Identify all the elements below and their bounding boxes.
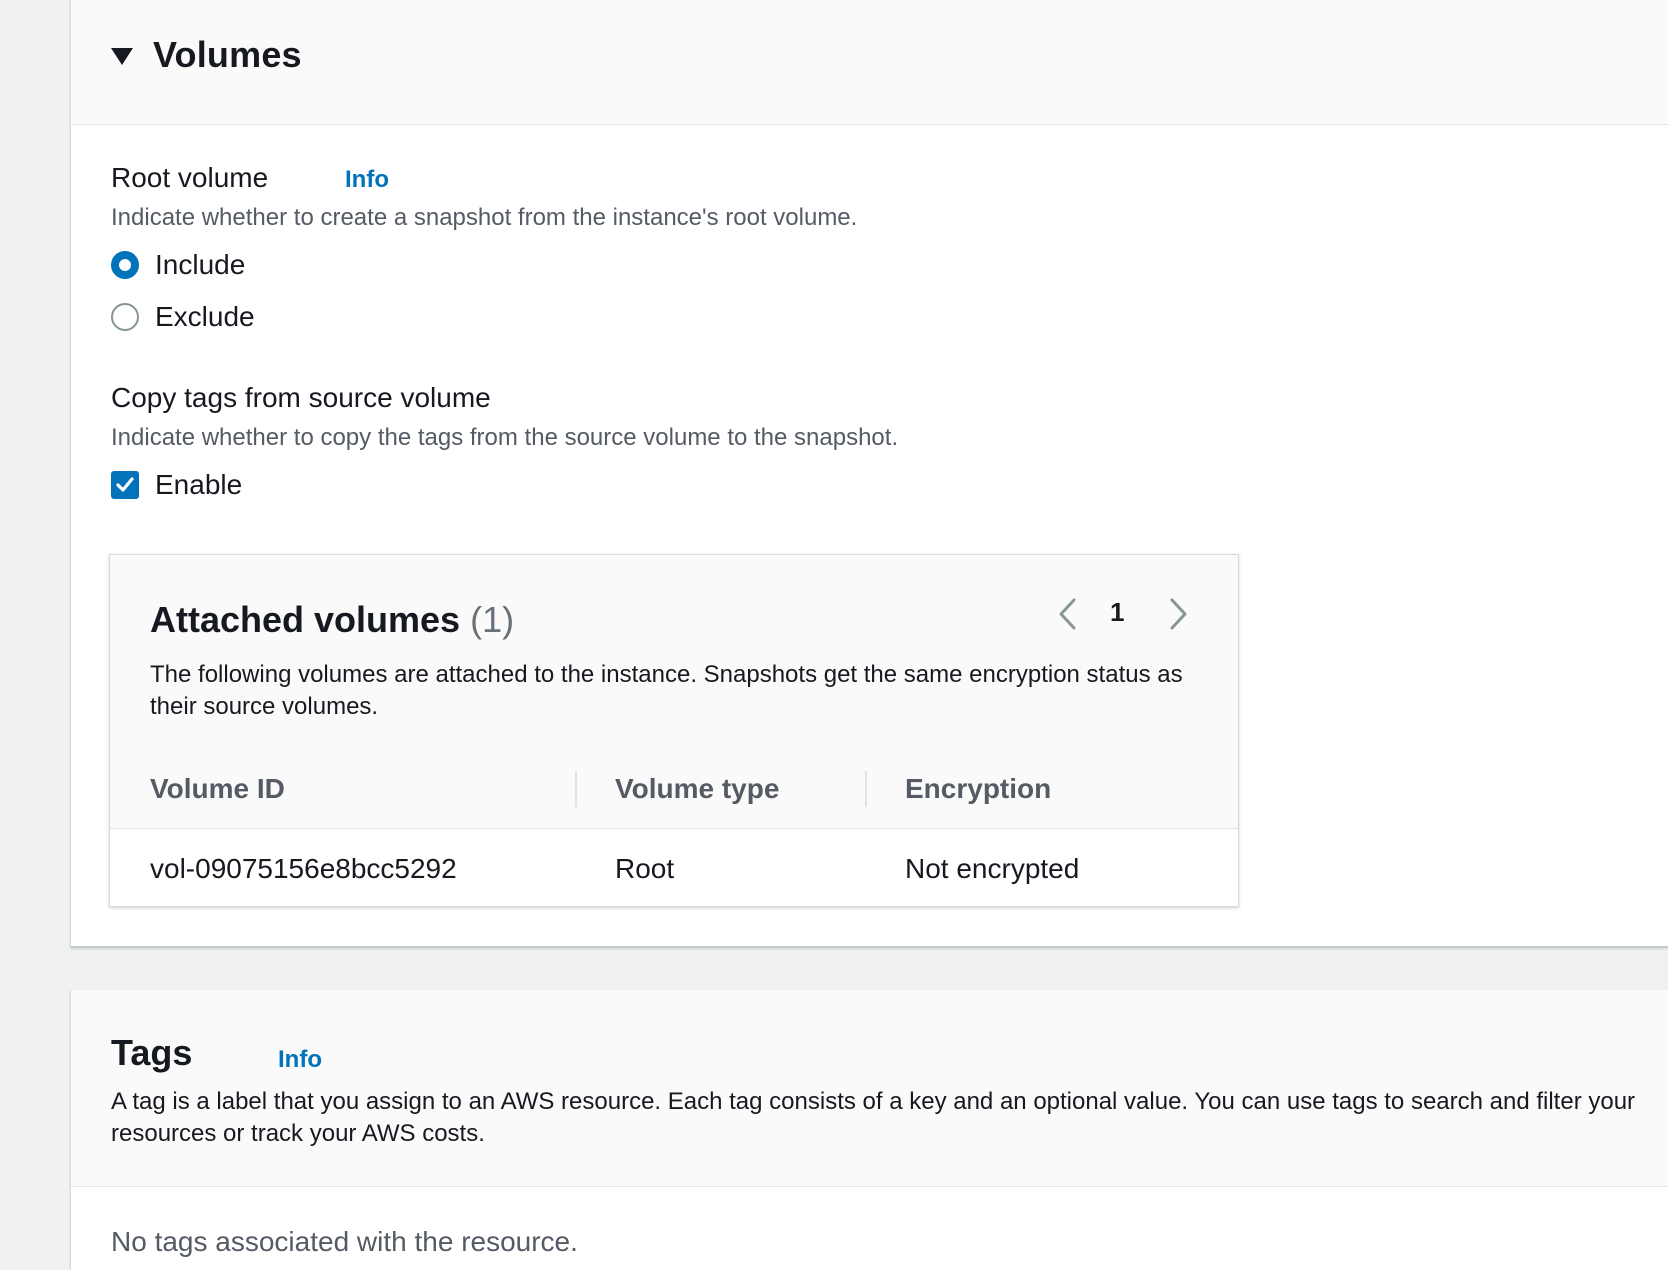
- attached-volumes-count: (1): [470, 599, 515, 640]
- copy-tags-label: Copy tags from source volume: [111, 382, 491, 413]
- chevron-right-icon[interactable]: [1162, 597, 1192, 631]
- pagination-current-page[interactable]: 1: [1110, 597, 1124, 628]
- enable-checkbox-control[interactable]: [111, 471, 139, 499]
- volumes-panel-header[interactable]: Volumes: [71, 0, 1668, 125]
- column-divider[interactable]: [575, 771, 577, 807]
- tags-description: A tag is a label that you assign to an A…: [111, 1088, 1636, 1147]
- no-tags-message: No tags associated with the resource.: [111, 1226, 578, 1257]
- attached-volumes-description: The following volumes are attached to th…: [150, 661, 1183, 720]
- volumes-panel: Volumes Root volume Info Indicate whethe…: [70, 0, 1668, 948]
- radio-include[interactable]: Include: [111, 249, 245, 281]
- copy-tags-description: Indicate whether to copy the tags from t…: [111, 424, 899, 451]
- column-divider[interactable]: [865, 771, 867, 807]
- tags-info-link[interactable]: Info: [278, 1046, 322, 1074]
- radio-exclude[interactable]: Exclude: [111, 301, 255, 333]
- radio-exclude-control[interactable]: [111, 303, 139, 331]
- tags-panel-title: Tags: [111, 1032, 193, 1073]
- table-row: vol-09075156e8bcc5292 Root Not encrypted: [110, 829, 1238, 906]
- cell-volume-id: vol-09075156e8bcc5292: [150, 853, 457, 884]
- root-volume-info-link[interactable]: Info: [345, 166, 389, 194]
- attached-volumes-title: Attached volumes (1): [150, 599, 514, 641]
- enable-checkbox[interactable]: Enable: [111, 469, 242, 501]
- cell-encryption: Not encrypted: [905, 853, 1080, 884]
- table-header: Volume ID Volume type Encryption: [110, 749, 1238, 829]
- root-volume-description: Indicate whether to create a snapshot fr…: [111, 204, 858, 231]
- caret-down-icon[interactable]: [111, 48, 133, 65]
- attached-volumes-container: Attached volumes (1) 1 The following vol…: [109, 554, 1239, 907]
- cell-volume-type: Root: [615, 853, 675, 884]
- attached-volumes-header: Attached volumes (1) 1 The following vol…: [110, 555, 1238, 750]
- radio-exclude-label[interactable]: Exclude: [155, 301, 255, 333]
- column-header-encryption[interactable]: Encryption: [905, 773, 1051, 805]
- tags-panel: Tags Info A tag is a label that you assi…: [70, 990, 1668, 1270]
- volumes-panel-title: Volumes: [153, 34, 302, 75]
- column-header-volume-type[interactable]: Volume type: [615, 773, 779, 805]
- tags-panel-header: Tags Info A tag is a label that you assi…: [71, 990, 1668, 1187]
- pagination: 1: [1054, 593, 1204, 633]
- column-header-volume-id[interactable]: Volume ID: [150, 773, 285, 805]
- radio-include-control[interactable]: [111, 251, 139, 279]
- checkmark-icon: [116, 477, 134, 492]
- chevron-left-icon[interactable]: [1054, 597, 1084, 631]
- enable-checkbox-label[interactable]: Enable: [155, 469, 242, 501]
- root-volume-label: Root volume: [111, 162, 269, 193]
- radio-include-label[interactable]: Include: [155, 249, 245, 281]
- attached-volumes-title-text: Attached volumes: [150, 599, 461, 640]
